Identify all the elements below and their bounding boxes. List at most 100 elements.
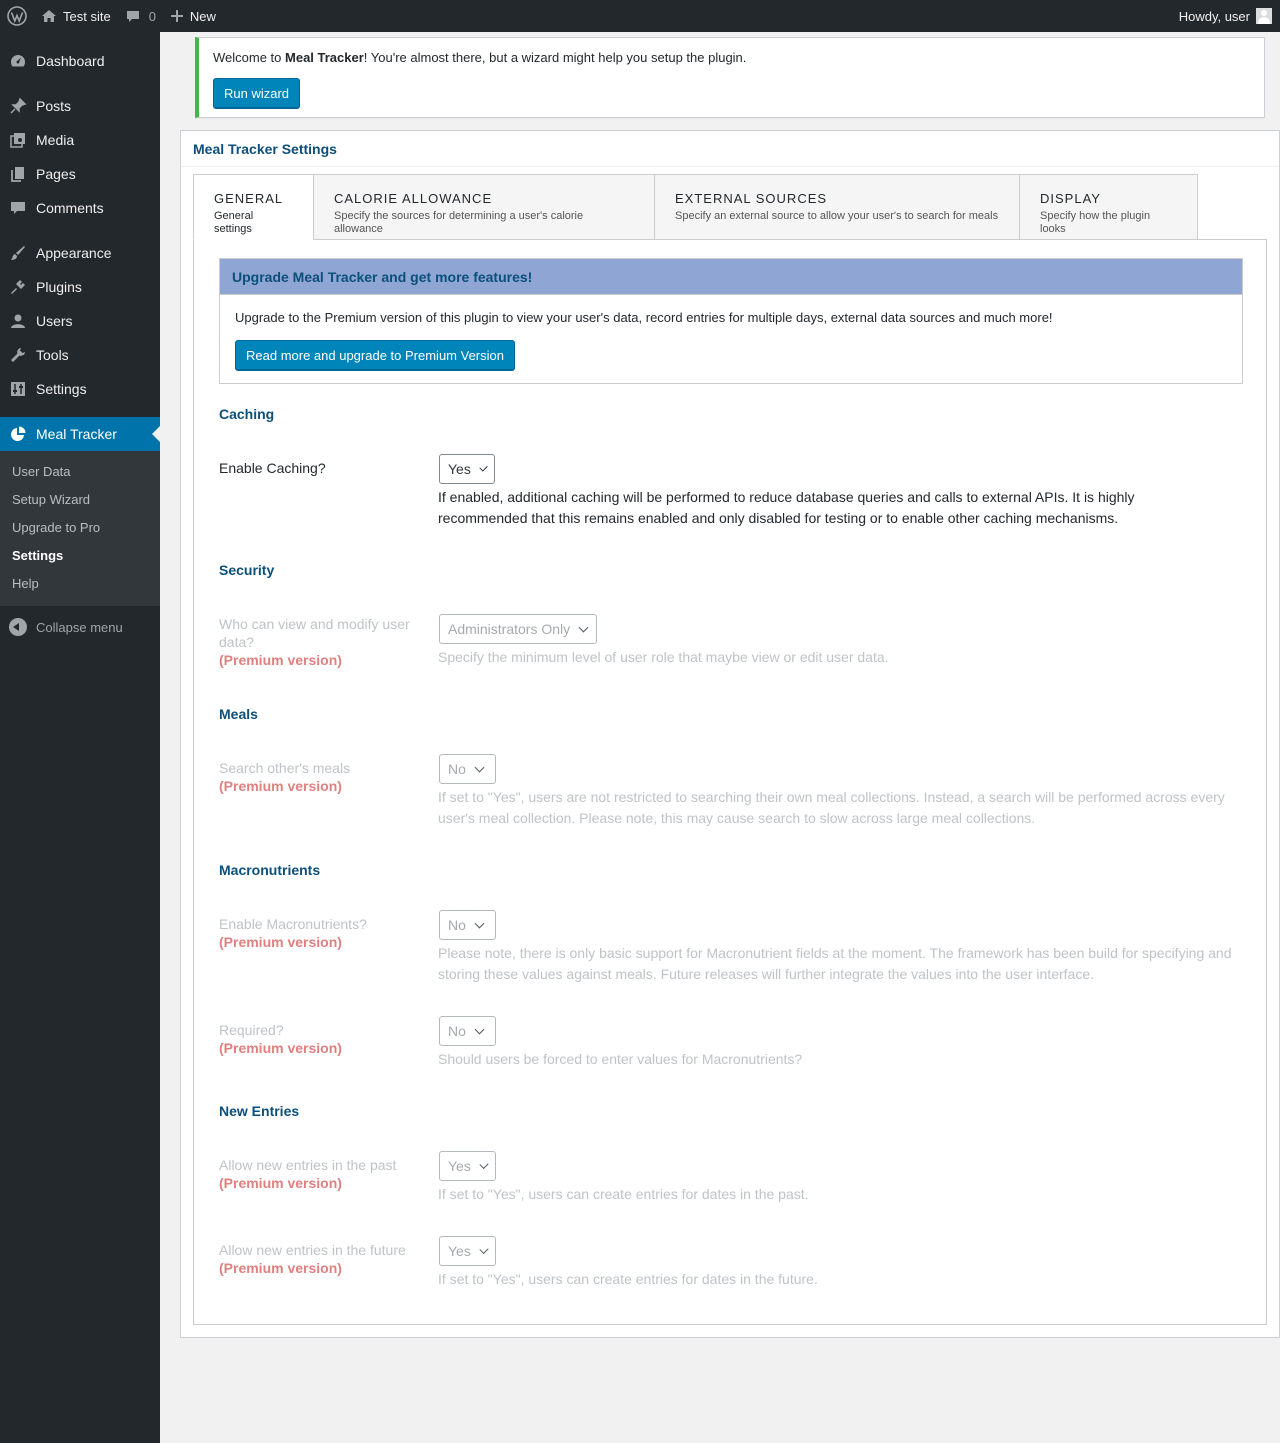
site-name-link[interactable]: Test site <box>34 0 118 32</box>
label-text: Required? <box>219 1022 284 1038</box>
label-text: Enable Macronutrients? <box>219 916 367 932</box>
menu-item-settings[interactable]: Settings <box>0 372 160 406</box>
entries-future-description: If set to "Yes", users can create entrie… <box>438 1271 818 1287</box>
label-text: Who can view and modify user data? <box>219 616 410 650</box>
tab-general[interactable]: GENERAL General settings <box>193 174 314 240</box>
submenu-setup-wizard[interactable]: Setup Wizard <box>0 486 160 514</box>
upgrade-heading: Upgrade Meal Tracker and get more featur… <box>220 259 1242 295</box>
premium-version-label: (Premium version) <box>219 652 342 668</box>
menu-item-posts[interactable]: Posts <box>0 89 160 123</box>
menu-item-pages[interactable]: Pages <box>0 157 160 191</box>
brush-icon <box>8 243 28 263</box>
site-name: Test site <box>63 8 111 24</box>
menu-label: Appearance <box>36 245 112 261</box>
sliders-icon <box>8 379 28 399</box>
pin-icon <box>8 96 28 116</box>
comment-icon <box>125 8 141 24</box>
menu-item-users[interactable]: Users <box>0 304 160 338</box>
menu-item-dashboard[interactable]: Dashboard <box>0 44 160 78</box>
submenu-user-data[interactable]: User Data <box>0 458 160 486</box>
tab-subtitle: Specify the sources for determining a us… <box>334 210 584 235</box>
user-data-access-select[interactable]: Administrators Only <box>439 614 597 644</box>
welcome-notice: Welcome to Meal Tracker! You're almost t… <box>195 37 1265 118</box>
chevron-down-icon <box>479 462 488 472</box>
tab-subtitle: Specify an external source to allow your… <box>675 210 999 222</box>
search-others-meals-select[interactable]: No <box>439 754 496 784</box>
macronutrients-required-select[interactable]: No <box>439 1016 496 1046</box>
select-value: No <box>448 917 466 933</box>
wordpress-logo-icon[interactable] <box>0 0 34 32</box>
menu-item-meal-tracker[interactable]: Meal Tracker <box>0 417 160 451</box>
search-others-meals-label: Search other's meals (Premium version) <box>219 759 419 795</box>
meals-description: If set to "Yes", users are not restricte… <box>438 789 1225 826</box>
entries-past-description: If set to "Yes", users can create entrie… <box>438 1186 809 1202</box>
select-value: Administrators Only <box>448 621 571 637</box>
dashboard-icon <box>8 51 28 71</box>
menu-item-appearance[interactable]: Appearance <box>0 236 160 270</box>
menu-item-tools[interactable]: Tools <box>0 338 160 372</box>
menu-label: Comments <box>36 200 104 216</box>
run-wizard-button[interactable]: Run wizard <box>213 78 301 108</box>
section-title-caching: Caching <box>219 406 275 422</box>
macronutrients-description: Please note, there is only basic support… <box>438 945 1232 982</box>
section-title-new-entries: New Entries <box>219 1103 300 1119</box>
chevron-down-icon <box>474 918 485 928</box>
entries-past-select[interactable]: Yes <box>439 1151 496 1181</box>
collapse-menu-button[interactable]: Collapse menu <box>0 610 160 644</box>
chevron-down-icon <box>479 1244 489 1254</box>
entries-future-label: Allow new entries in the future (Premium… <box>219 1241 419 1277</box>
menu-label: Dashboard <box>36 53 105 69</box>
menu-label: Media <box>36 132 75 148</box>
plug-icon <box>8 277 28 297</box>
chevron-down-icon <box>578 622 589 632</box>
new-content-link[interactable]: New <box>163 0 223 32</box>
tab-title: DISPLAY <box>1040 191 1101 206</box>
section-title-macronutrients: Macronutrients <box>219 862 321 878</box>
admin-bar: Test site 0 New Howdy, user <box>0 0 1280 32</box>
menu-label: Posts <box>36 98 72 114</box>
menu-label: Users <box>36 313 73 329</box>
pie-chart-icon <box>8 424 28 444</box>
menu-item-comments[interactable]: Comments <box>0 191 160 225</box>
enable-caching-select[interactable]: Yes <box>439 454 495 484</box>
upgrade-premium-button[interactable]: Read more and upgrade to Premium Version <box>235 340 515 370</box>
tab-external-sources[interactable]: EXTERNAL SOURCES Specify an external sou… <box>655 174 1020 240</box>
premium-version-label: (Premium version) <box>219 1040 342 1056</box>
upgrade-text: Upgrade to the Premium version of this p… <box>235 310 1053 325</box>
menu-item-plugins[interactable]: Plugins <box>0 270 160 304</box>
select-value: Yes <box>448 1243 471 1259</box>
comments-link[interactable]: 0 <box>118 0 163 32</box>
comments-count: 0 <box>148 8 156 24</box>
avatar <box>1256 8 1272 24</box>
pages-icon <box>8 164 28 184</box>
menu-item-media[interactable]: Media <box>0 123 160 157</box>
caching-description: If enabled, additional caching will be p… <box>438 489 1135 526</box>
tab-display[interactable]: DISPLAY Specify how the plugin looks <box>1020 174 1198 240</box>
meal-tracker-submenu: User Data Setup Wizard Upgrade to Pro Se… <box>0 451 160 606</box>
menu-label: Tools <box>36 347 69 363</box>
upgrade-box: Upgrade Meal Tracker and get more featur… <box>219 258 1243 384</box>
menu-label: Pages <box>36 166 76 182</box>
label-text: Allow new entries in the future <box>219 1242 406 1258</box>
page-title: Meal Tracker Settings <box>181 131 1279 167</box>
user-data-access-label: Who can view and modify user data? (Prem… <box>219 615 419 669</box>
submenu-settings[interactable]: Settings <box>0 542 160 570</box>
premium-version-label: (Premium version) <box>219 1260 342 1276</box>
home-icon <box>41 8 57 24</box>
tab-calorie-allowance[interactable]: CALORIE ALLOWANCE Specify the sources fo… <box>314 174 655 240</box>
section-title-security: Security <box>219 562 275 578</box>
notice-text: Welcome to Meal Tracker! You're almost t… <box>213 50 747 65</box>
submenu-upgrade-to-pro[interactable]: Upgrade to Pro <box>0 514 160 542</box>
enable-macronutrients-select[interactable]: No <box>439 910 496 940</box>
premium-version-label: (Premium version) <box>219 1175 342 1191</box>
tab-title: GENERAL <box>214 191 284 206</box>
menu-label: Settings <box>36 381 87 397</box>
submenu-help[interactable]: Help <box>0 570 160 598</box>
wrench-icon <box>8 345 28 365</box>
tab-title: EXTERNAL SOURCES <box>675 191 828 206</box>
menu-label: Meal Tracker <box>36 426 117 442</box>
my-account[interactable]: Howdy, user <box>1179 0 1272 32</box>
plus-icon <box>170 9 184 23</box>
entries-future-select[interactable]: Yes <box>439 1236 496 1266</box>
chevron-down-icon <box>474 1024 485 1034</box>
